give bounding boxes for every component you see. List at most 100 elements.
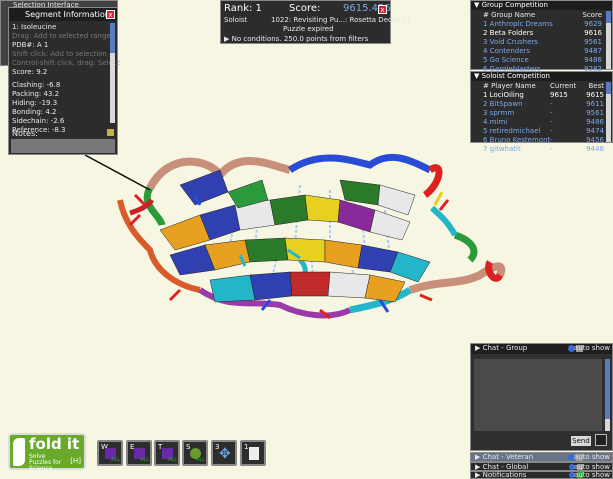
tool-wiggle-label: ALL [111, 457, 120, 463]
tool-tweak-label: ALL [168, 457, 177, 463]
segment-hint-ctrl: Control-shift click, drag: Select [12, 59, 120, 67]
collapse-arrow-icon: ▼ [474, 1, 482, 9]
tool-move[interactable]: 3 ✥ [211, 440, 237, 466]
chat-settings-icon[interactable] [595, 434, 607, 446]
group-row[interactable]: 2 Beta Folders 9616 [483, 29, 602, 38]
expand-arrow-icon: ▶ [475, 344, 483, 352]
auto-show-label: auto show [573, 453, 610, 461]
logo-badge: [H] [70, 457, 81, 465]
group-row[interactable]: 1 Anthropic Dreams 9629 [483, 20, 602, 29]
chat-global-label: Chat - Global [482, 463, 529, 471]
soloist-row[interactable]: 4 mimi - 9486 [483, 118, 604, 127]
soloist-row[interactable]: 2 BitSpawn - 9611 [483, 100, 604, 109]
notes-field[interactable] [11, 139, 115, 153]
send-button[interactable]: Send [571, 436, 591, 446]
col-best: Best [588, 82, 604, 90]
stat-sidechain: Sidechain: -2.6 [12, 117, 65, 125]
group-row-score: 9629 [584, 20, 602, 28]
soloist-table-header: # Player Name Current Best [483, 82, 604, 91]
group-row[interactable]: 5 Go Science 9486 [483, 56, 602, 65]
soloist-row-best: 9611 [586, 100, 604, 108]
segment-info-panel[interactable]: Segment Information x 1: Isoleucine Drag… [8, 7, 120, 155]
segment-info-close-button[interactable]: x [106, 10, 115, 19]
puzzle-status: Puzzle expired [283, 25, 334, 33]
expand-arrow-icon: ▶ [475, 453, 483, 461]
pdb-number: PDB#: A 1 [12, 41, 49, 49]
expand-arrow-icon: ▶ [224, 35, 232, 43]
expand-arrow-icon: ▶ [475, 471, 483, 479]
notes-edit-icon[interactable] [107, 129, 114, 136]
collapse-arrow-icon: ▼ [474, 72, 482, 80]
soloist-row[interactable]: 5 retiredmichael - 9474 [483, 127, 604, 136]
soloist-row-best: 9486 [586, 118, 604, 126]
soloist-row-name: 6 Bruno Kestemont [483, 136, 551, 144]
soloist-row[interactable]: 1 LociOiling 9615 9615 [483, 91, 604, 100]
chat-global-tab[interactable]: ▶ Chat - Global auto show [470, 462, 613, 471]
score-panel-close-button[interactable]: x [378, 5, 387, 14]
chat-veteran-tab[interactable]: ▶ Chat - Veteran auto show [470, 452, 613, 462]
group-row-name: 5 Go Science [483, 56, 529, 64]
auto-show-label: auto show [573, 463, 610, 471]
scroll-thumb[interactable] [606, 11, 611, 23]
soloist-row-best: 9615 [586, 91, 604, 99]
chat-message-area[interactable] [474, 359, 602, 431]
chat-group-label: Chat - Group [482, 344, 528, 352]
foldit-logo[interactable]: fold it Solve Puzzles for Science [H] [8, 433, 86, 472]
soloist-row-current: - [550, 118, 553, 126]
stat-bonding: Bonding: 4.2 [12, 108, 57, 116]
scroll-thumb[interactable] [606, 82, 611, 94]
soloist-row-name: 5 retiredmichael [483, 127, 541, 135]
group-competition-panel[interactable]: ▼ Group Competition # Group Name Score 1 … [470, 0, 613, 82]
score-panel[interactable]: Rank: 1 Score: 9615.456 x Soloist 1022: … [220, 0, 411, 44]
tool-wiggle[interactable]: W ALL [97, 440, 123, 466]
segment-info-scrollbar[interactable] [110, 23, 115, 123]
group-scrollbar[interactable] [606, 11, 611, 69]
chat-group-tab[interactable]: ▶ Chat - Group auto show [471, 344, 612, 354]
scroll-thumb[interactable] [110, 23, 115, 53]
score-label: Score: [289, 3, 321, 14]
conditions-toggle[interactable]: ▶ No conditions. 250.0 points from filte… [224, 35, 368, 44]
soloist-row-name: 2 BitSpawn [483, 100, 523, 108]
group-table-header: # Group Name Score [483, 11, 602, 20]
segment-hint-drag: Drag: Add to selected range [12, 32, 111, 40]
stat-packing: Packing: 43.2 [12, 90, 60, 98]
tool-sidechain[interactable]: S ALL [182, 440, 208, 466]
group-competition-header[interactable]: ▼ Group Competition [471, 1, 612, 10]
segment-info-header: Segment Information [9, 8, 117, 21]
soloist-row[interactable]: 7 gitwhatit - 9448 [483, 145, 604, 154]
soloist-scrollbar[interactable] [606, 82, 611, 142]
residue-name: 1: Isoleucine [12, 23, 57, 31]
scroll-thumb[interactable] [605, 359, 610, 419]
tool-shake[interactable]: E ALL [126, 440, 152, 466]
group-row[interactable]: 4 Contenders 9487 [483, 47, 602, 56]
soloist-row-current: - [550, 100, 553, 108]
col-group-score: Score [582, 11, 602, 19]
group-row-score: 9616 [584, 29, 602, 37]
notifications-tab[interactable]: ▶ Notifications auto show [470, 471, 613, 479]
soloist-row-current: - [550, 109, 553, 117]
soloist-row[interactable]: 6 Bruno Kestemont - 9456 [483, 136, 604, 145]
logo-mark-icon [13, 438, 25, 466]
tool-tweak[interactable]: T ALL [154, 440, 180, 466]
logo-tagline: Solve Puzzles for Science [29, 453, 62, 472]
notes-label: Notes: [12, 129, 38, 138]
group-row[interactable]: 3 Void Crushers 9561 [483, 38, 602, 47]
group-row-name: 1 Anthropic Dreams [483, 20, 553, 28]
stat-clashing: Clashing: -6.8 [12, 81, 61, 89]
soloist-competition-title: Soloist Competition [481, 72, 550, 80]
col-player-name: # Player Name [483, 82, 536, 90]
group-row-name: 2 Beta Folders [483, 29, 534, 37]
tool-shake-label: ALL [140, 457, 149, 463]
segment-hint-shift: Shift click: Add to selection [12, 50, 107, 58]
chat-group-panel[interactable]: ▶ Chat - Group auto show Send [470, 343, 613, 451]
chat-scrollbar[interactable] [605, 359, 610, 431]
soloist-row-current: 9615 [550, 91, 568, 99]
soloist-row-best: 9456 [586, 136, 604, 144]
soloist-row[interactable]: 3 sprmm - 9561 [483, 109, 604, 118]
soloist-competition-panel[interactable]: ▼ Soloist Competition # Player Name Curr… [470, 71, 613, 153]
tool-notes[interactable]: 1 [240, 440, 266, 466]
group-competition-title: Group Competition [481, 1, 548, 9]
close-icon: x [108, 11, 113, 19]
soloist-competition-header[interactable]: ▼ Soloist Competition [471, 72, 612, 81]
tool-sidechain-label: ALL [196, 457, 205, 463]
